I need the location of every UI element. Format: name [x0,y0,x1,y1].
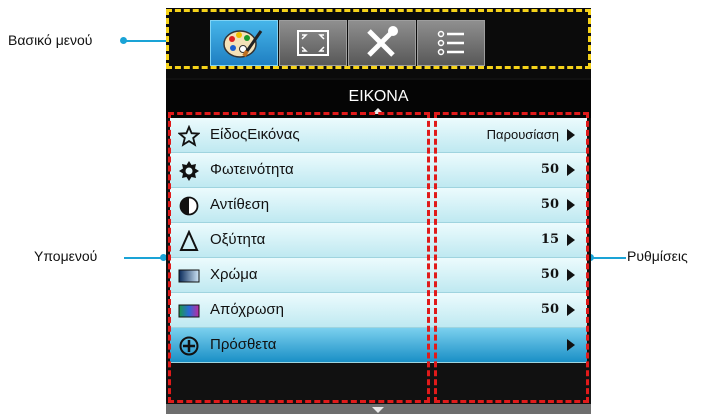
main-menu-callout-label: Βασικό μενού [8,32,93,48]
main-menu-leader-line [124,40,168,42]
settings-callout-label: Ρυθμίσεις [627,248,688,264]
scroll-down-indicator [372,407,384,413]
submenu-callout-label: Υπομενού [34,248,98,264]
settings-leader-line [590,257,626,259]
main-menu-highlight-box [166,9,591,69]
main-menu-leader-dot [120,37,127,44]
settings-highlight-box [434,112,589,403]
submenu-highlight-box [168,112,430,403]
